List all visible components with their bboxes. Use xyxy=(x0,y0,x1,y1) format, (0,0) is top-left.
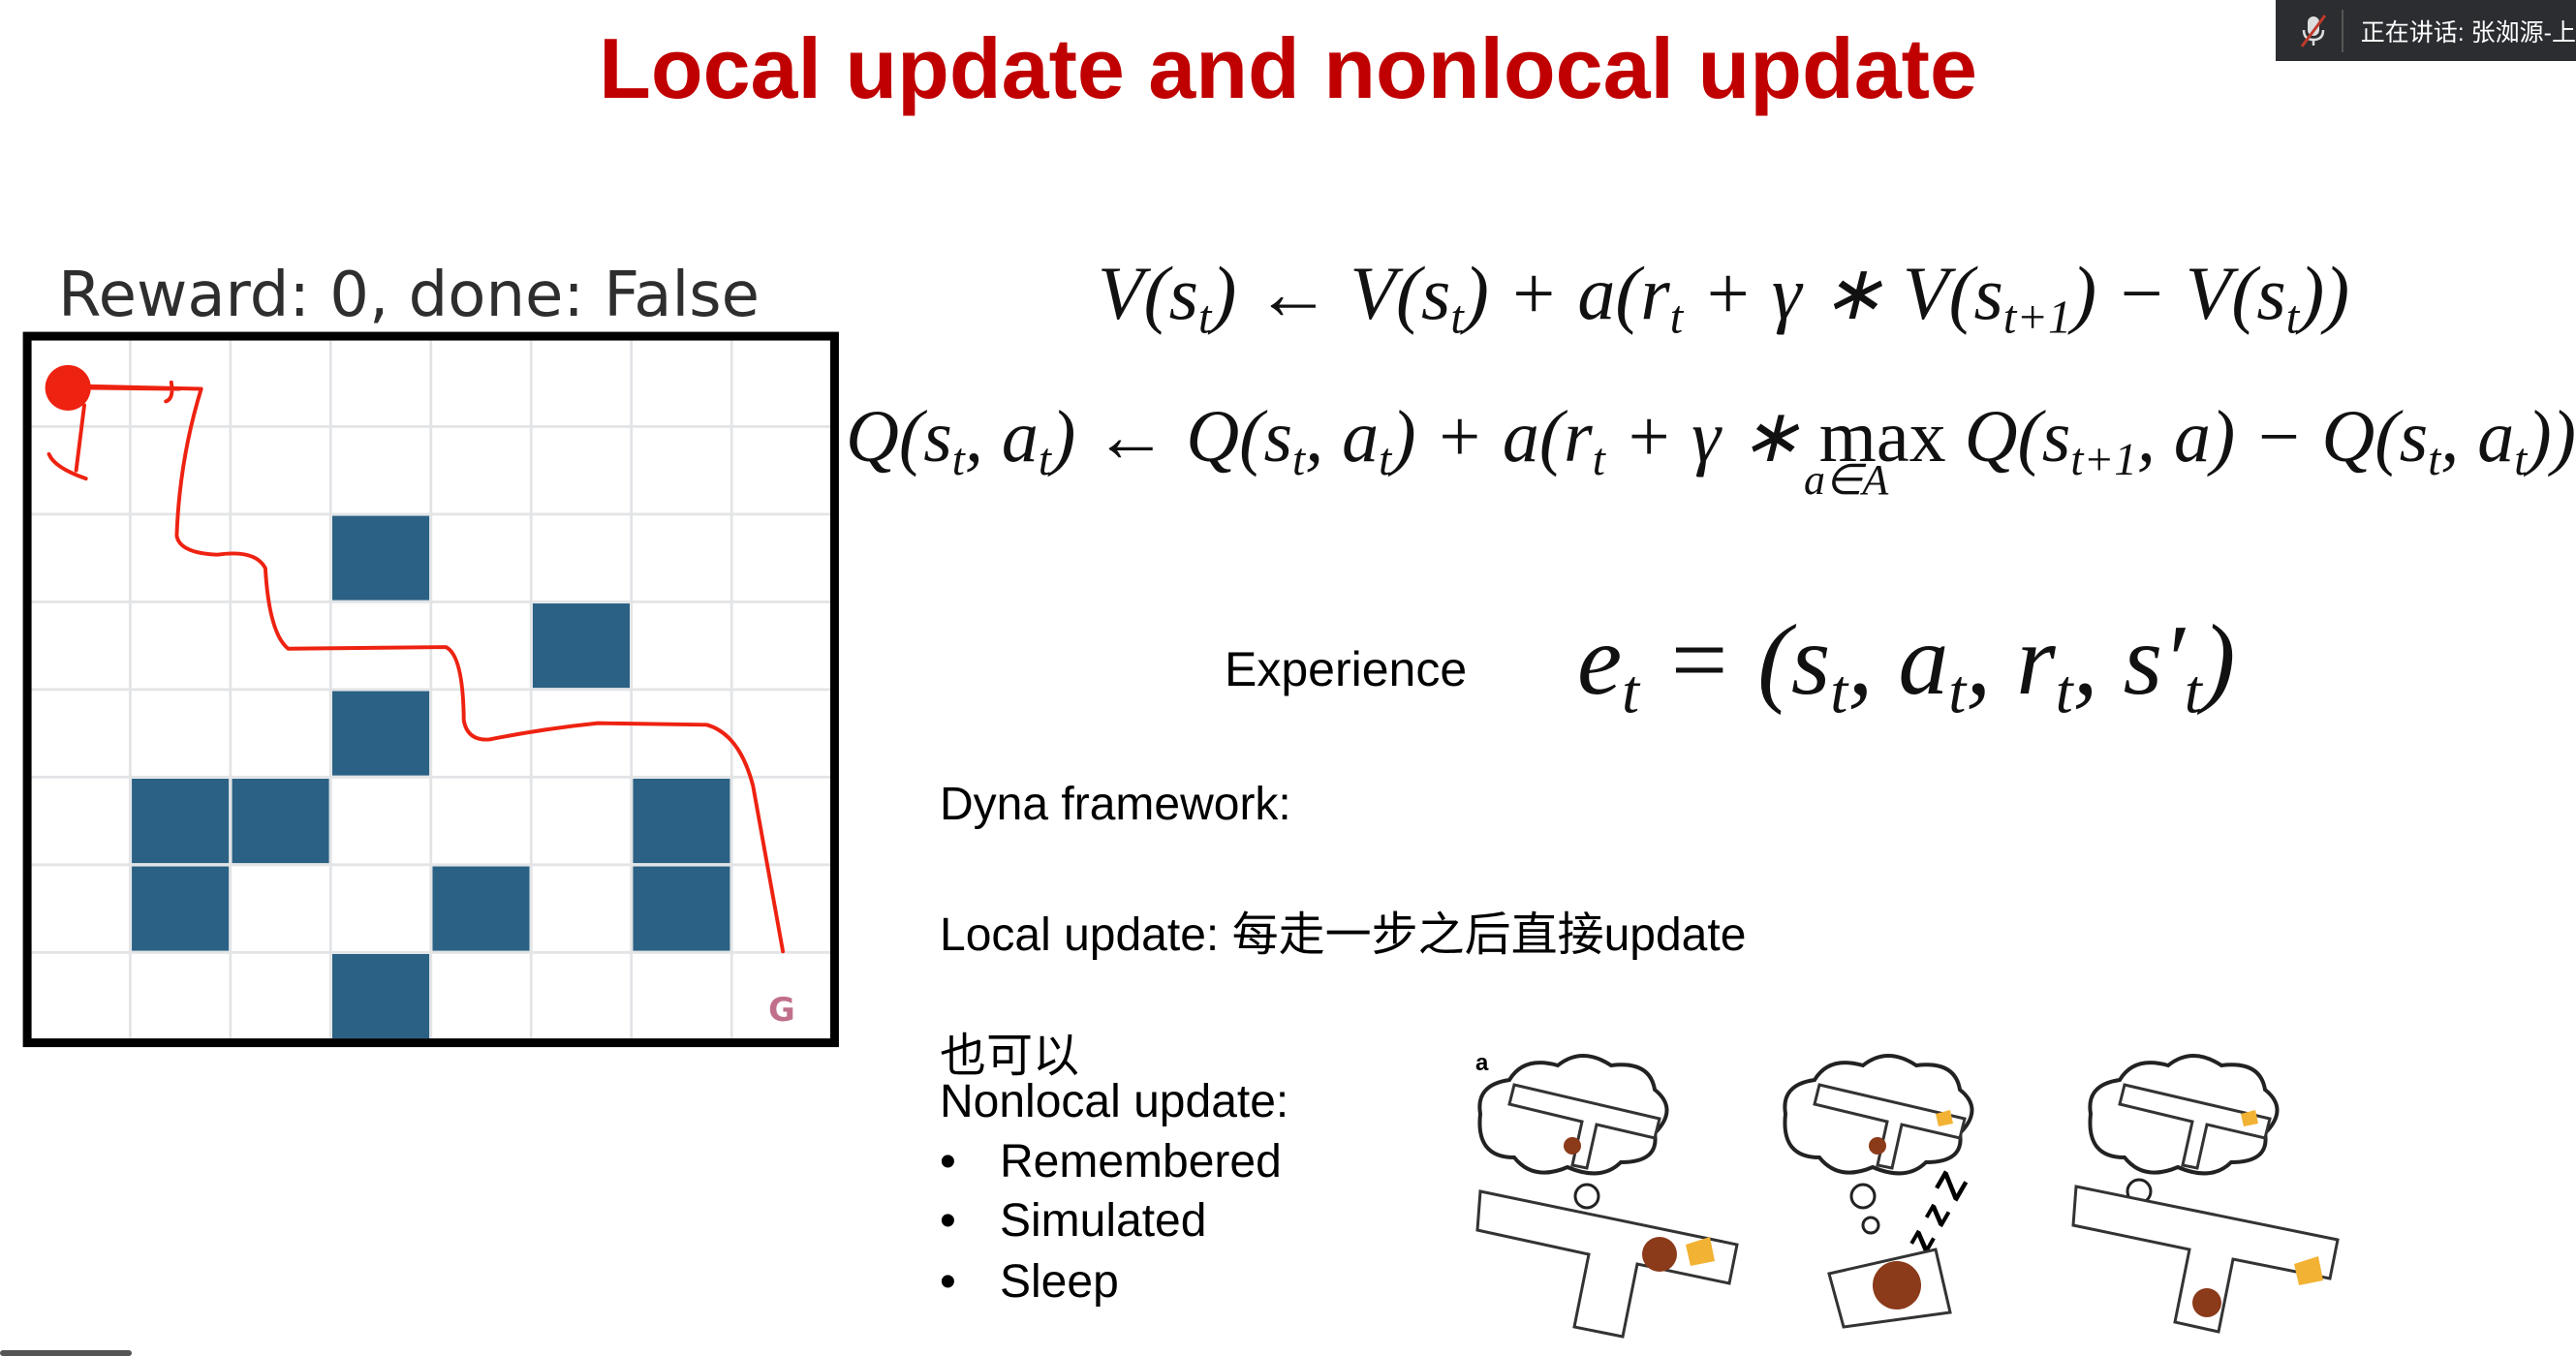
equation-part: , a xyxy=(2440,396,2515,478)
obstacle-cell xyxy=(132,779,230,864)
equation-part: , a) − Q(s xyxy=(2136,396,2429,478)
equation-subscript: t xyxy=(2428,435,2441,486)
bullet-item: • Sleep xyxy=(940,1255,1119,1309)
equation-part: ) xyxy=(2201,604,2236,716)
equation-subscript: t xyxy=(1592,435,1605,486)
remembered-panel xyxy=(1475,1054,1739,1339)
obstacle-cell xyxy=(633,866,730,951)
experience-label: Experience xyxy=(1225,642,1468,696)
equation-subscript: t xyxy=(1948,657,1967,726)
equation-subscript: t xyxy=(1450,292,1464,344)
nonlocal-update-heading: Nonlocal update: xyxy=(940,1076,1289,1127)
experience-equation: et = (st, at, rt, s′t) xyxy=(1577,602,2235,727)
equation-part: e xyxy=(1577,604,1623,716)
replay-illustration: a z z Z xyxy=(1475,1050,2340,1339)
bullet-label: Remembered xyxy=(1000,1136,1282,1187)
equation-subscript: t xyxy=(2285,292,2300,344)
sleep-z-label: z z Z xyxy=(1897,1165,1975,1259)
gridworld: G xyxy=(22,331,839,1048)
panel-label: a xyxy=(1475,1050,1489,1076)
equation-part: )) xyxy=(2527,396,2576,478)
bullet-dot: • xyxy=(940,1195,956,1247)
speaking-indicator: 正在讲话: 张洳源-上 xyxy=(2360,18,2576,46)
rat xyxy=(1873,1261,1921,1310)
equation-part: V(s xyxy=(1098,251,1198,335)
equation-part: ) + a(r xyxy=(1391,396,1593,478)
bullet-item: • Simulated xyxy=(940,1194,1206,1248)
rat xyxy=(1642,1237,1677,1272)
equation-part: ) ← Q(s xyxy=(1050,396,1293,478)
equation-part: ) − V(s xyxy=(2071,251,2286,335)
bullet-label: Simulated xyxy=(1000,1195,1207,1247)
meeting-speaker-bar: 正在讲话: 张洳源-上 xyxy=(2276,0,2576,61)
bullet-dot: • xyxy=(940,1256,956,1308)
equation-part: Q(s xyxy=(846,396,952,478)
q-update-equation: Q(st, at) ← Q(st, at) + a(rt + γ ∗ max Q… xyxy=(846,392,2576,486)
obstacle-cell xyxy=(633,779,730,864)
sleep-panel xyxy=(2071,1054,2340,1334)
equation-part: , r xyxy=(1966,604,2056,716)
bullet-label: Sleep xyxy=(1000,1256,1119,1308)
obstacle-cell xyxy=(232,779,329,864)
obstacle-cell xyxy=(331,515,430,601)
bullet-item: • Remembered xyxy=(940,1135,1282,1188)
obstacle-cell xyxy=(432,866,530,951)
equation-subscript: t xyxy=(1830,657,1848,726)
equation-part: , a xyxy=(1305,396,1380,478)
equation-subscript: t xyxy=(1669,292,1684,344)
equation-subscript: t+1 xyxy=(2070,435,2137,486)
equation-part: + γ ∗ V(s xyxy=(1683,251,2003,335)
equation-subscript: t+1 xyxy=(2002,292,2072,344)
simulated-panel: z z Z xyxy=(1783,1054,1976,1329)
obstacle-cell xyxy=(331,953,430,1039)
equation-part: ) ← V(s xyxy=(1211,251,1451,335)
equation-subscript: t xyxy=(2184,657,2202,726)
equation-subscript: t xyxy=(951,435,965,486)
equation-subscript: t xyxy=(1622,657,1640,726)
equation-subscript: t xyxy=(1379,435,1392,486)
equation-part: )) xyxy=(2299,251,2350,335)
equation-subscript: t xyxy=(1197,292,1212,344)
obstacle-cell xyxy=(532,603,631,689)
rat xyxy=(1564,1137,1581,1155)
equation-subscript: t xyxy=(1038,435,1051,486)
equation-part: + γ ∗ xyxy=(1604,396,1819,478)
dyna-heading: Dyna framework: xyxy=(940,779,1291,830)
equation-part: Q(s xyxy=(1945,396,2071,478)
equation-subscript: t xyxy=(1292,435,1306,486)
slide-title: Local update and nonlocal update xyxy=(599,20,1977,116)
equation-subscript: t xyxy=(2055,657,2073,726)
progress-strip xyxy=(0,1350,132,1356)
equation-part: , a xyxy=(964,396,1039,478)
goal-marker: G xyxy=(768,991,795,1029)
equation-part: , s′ xyxy=(2072,604,2185,716)
equation-part: ) + a(r xyxy=(1463,251,1670,335)
obstacle-cell xyxy=(132,866,230,951)
equation-part: , a xyxy=(1847,604,1949,716)
rat xyxy=(2192,1288,2221,1317)
local-update-text: Local update: 每走一步之后直接update xyxy=(940,909,1747,961)
obstacle-cell xyxy=(331,691,430,776)
equation-subscript: t xyxy=(2514,435,2528,486)
equation-part: = (s xyxy=(1639,604,1831,716)
v-update-equation: V(st) ← V(st) + a(rt + γ ∗ V(st+1) − V(s… xyxy=(1098,250,2349,345)
bullet-dot: • xyxy=(940,1136,956,1187)
mic-muted-icon[interactable] xyxy=(2285,9,2343,52)
max-subscript: a∈A xyxy=(1804,456,1889,504)
thought-bubble xyxy=(1573,1183,1600,1210)
